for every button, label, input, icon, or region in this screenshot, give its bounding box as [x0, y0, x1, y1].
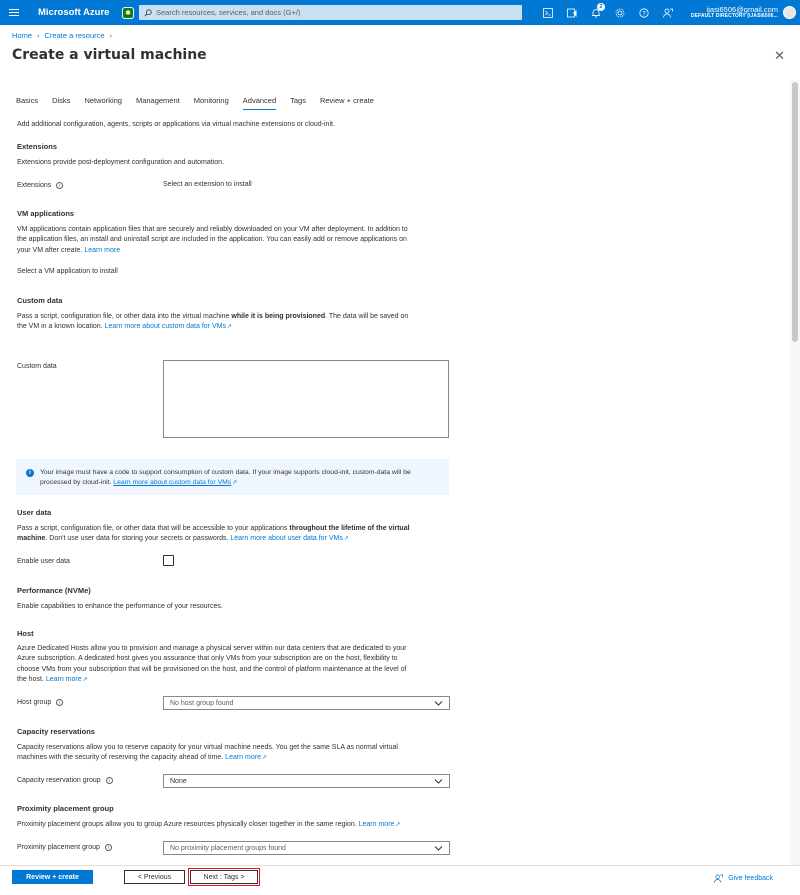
search-input[interactable]	[156, 8, 516, 17]
scrollbar[interactable]	[790, 80, 800, 865]
host-group-dropdown[interactable]: No host group found	[163, 696, 450, 710]
top-bar: Microsoft Azure ✱ 2 ? ijasi6506@gmail.co…	[0, 0, 800, 25]
custom-data-label: Custom data	[17, 363, 57, 370]
footer-bar: Review + create < Previous Next : Tags >…	[0, 865, 800, 895]
directory-filter-icon[interactable]	[560, 0, 584, 25]
tab-tags[interactable]: Tags	[290, 96, 306, 110]
chevron-down-icon	[434, 846, 443, 851]
external-link-icon: ↗	[395, 822, 401, 828]
previous-button[interactable]: < Previous	[124, 870, 185, 884]
host-heading: Host	[17, 629, 34, 638]
chevron-right-icon: ›	[109, 31, 113, 40]
chevron-down-icon	[434, 701, 443, 706]
feedback-icon	[714, 874, 724, 883]
brand-title[interactable]: Microsoft Azure	[38, 7, 118, 18]
scroll-thumb[interactable]	[792, 82, 798, 342]
proximity-group-dropdown[interactable]: No proximity placement groups found	[163, 841, 450, 855]
host-description: Azure Dedicated Hosts allow you to provi…	[17, 644, 457, 685]
tab-bar: Basics Disks Networking Management Monit…	[16, 96, 374, 110]
breadcrumb-home[interactable]: Home	[12, 31, 32, 40]
review-create-button[interactable]: Review + create	[12, 870, 93, 884]
notifications-icon[interactable]: 2	[584, 0, 608, 25]
info-filled-icon: i	[26, 469, 34, 477]
external-link-icon: ↗	[232, 480, 238, 486]
info-icon[interactable]: i	[104, 844, 112, 851]
info-icon[interactable]: i	[56, 699, 64, 706]
menu-icon[interactable]	[0, 0, 28, 25]
vm-applications-heading: VM applications	[17, 209, 75, 218]
breadcrumb-create-resource[interactable]: Create a resource	[45, 31, 105, 40]
next-tags-button[interactable]: Next : Tags >	[188, 868, 260, 886]
tab-review-create[interactable]: Review + create	[320, 96, 374, 110]
host-group-label: Host group i	[17, 699, 64, 706]
info-icon[interactable]: i	[56, 182, 64, 189]
custom-data-heading: Custom data	[17, 296, 63, 305]
extensions-label: Extensions i	[17, 182, 64, 189]
account-info[interactable]: ijasi6506@gmail.com DEFAULT DIRECTORY (I…	[690, 5, 778, 20]
user-data-heading: User data	[17, 508, 52, 517]
notification-count-badge: 2	[597, 3, 605, 11]
capacity-reservation-dropdown[interactable]: None	[163, 774, 450, 788]
page-title: Create a virtual machine	[12, 47, 207, 63]
give-feedback-link[interactable]: Give feedback	[714, 874, 773, 883]
capacity-reservation-label: Capacity reservation group i	[17, 777, 113, 784]
external-link-icon: ↗	[226, 324, 232, 331]
capacity-description: Capacity reservations allow you to reser…	[17, 743, 457, 764]
tab-disks[interactable]: Disks	[52, 96, 70, 110]
help-icon[interactable]: ?	[632, 0, 656, 25]
info-message: Your image must have a code to support c…	[40, 469, 411, 486]
external-link-icon: ↗	[343, 536, 349, 543]
proximity-heading: Proximity placement group	[17, 804, 114, 813]
capacity-heading: Capacity reservations	[17, 727, 95, 736]
tab-management[interactable]: Management	[136, 96, 180, 110]
custom-data-textarea[interactable]	[163, 360, 449, 438]
host-learn-more-link[interactable]: Learn more↗	[46, 676, 88, 683]
tab-networking[interactable]: Networking	[84, 96, 122, 110]
external-link-icon: ↗	[82, 676, 88, 683]
cloud-shell-icon[interactable]	[536, 0, 560, 25]
info-learn-more-link[interactable]: Learn more about custom data for VMs↗	[113, 479, 237, 486]
user-data-learn-more-link[interactable]: Learn more about user data for VMs↗	[230, 535, 348, 542]
directory-name: DEFAULT DIRECTORY (IJASI6506...	[690, 12, 778, 19]
settings-gear-icon[interactable]	[608, 0, 632, 25]
tab-monitoring[interactable]: Monitoring	[194, 96, 229, 110]
proximity-description: Proximity placement groups allow you to …	[17, 820, 457, 830]
tab-basics[interactable]: Basics	[16, 96, 38, 110]
custom-data-info-box: i Your image must have a code to support…	[16, 459, 449, 495]
custom-data-learn-more-link[interactable]: Learn more about custom data for VMs↗	[105, 323, 232, 330]
intro-text: Add additional configuration, agents, sc…	[17, 121, 335, 128]
breadcrumb: Home › Create a resource ›	[12, 31, 112, 40]
custom-data-description: Pass a script, configuration file, or ot…	[17, 312, 457, 333]
enable-user-data-label: Enable user data	[17, 558, 70, 565]
vm-apps-learn-more-link[interactable]: Learn more	[84, 247, 120, 254]
capacity-learn-more-link[interactable]: Learn more↗	[225, 754, 267, 761]
external-link-icon: ↗	[261, 755, 267, 762]
performance-description: Enable capabilities to enhance the perfo…	[17, 603, 223, 610]
proximity-group-label: Proximity placement group i	[17, 844, 112, 851]
chevron-down-icon	[434, 779, 443, 784]
select-vm-application-link[interactable]: Select a VM application to install	[17, 267, 118, 277]
performance-heading: Performance (NVMe)	[17, 586, 91, 595]
extensions-description: Extensions provide post-deployment confi…	[17, 159, 225, 166]
search-icon	[144, 8, 152, 16]
more-options-icon[interactable]: ···	[180, 48, 193, 59]
user-data-description: Pass a script, configuration file, or ot…	[17, 524, 457, 545]
avatar[interactable]	[783, 6, 796, 19]
feedback-person-icon[interactable]	[656, 0, 680, 25]
select-extension-link[interactable]: Select an extension to install	[163, 180, 252, 190]
info-icon[interactable]: i	[105, 777, 113, 784]
extensions-heading: Extensions	[17, 142, 58, 151]
tab-advanced[interactable]: Advanced	[242, 96, 277, 110]
close-icon[interactable]: ✕	[774, 48, 785, 64]
chevron-right-icon: ›	[37, 31, 40, 40]
enable-user-data-checkbox[interactable]	[163, 555, 174, 566]
vm-applications-description: VM applications contain application file…	[17, 226, 408, 254]
global-search[interactable]	[139, 5, 522, 20]
proximity-learn-more-link[interactable]: Learn more↗	[359, 821, 401, 828]
preview-bug-icon[interactable]: ✱	[122, 6, 134, 19]
